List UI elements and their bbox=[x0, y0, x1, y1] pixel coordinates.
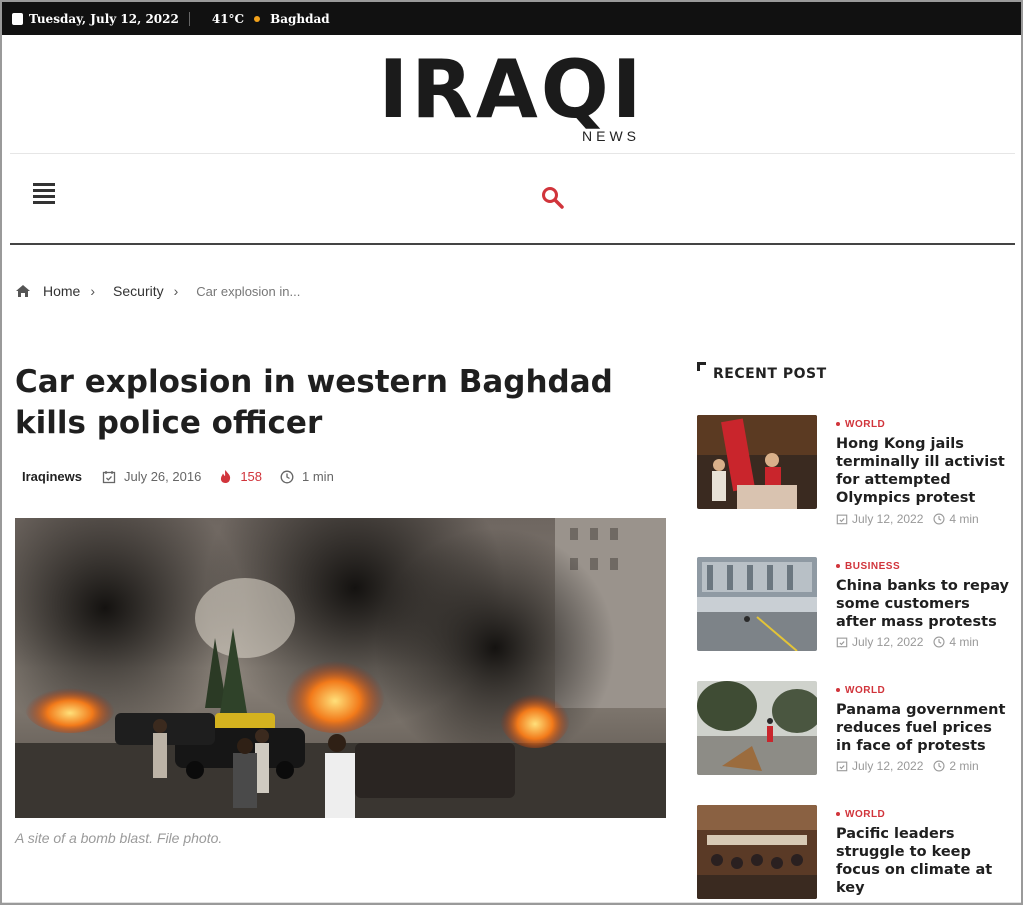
nav-divider bbox=[10, 243, 1015, 245]
post-read-time: 4 min bbox=[949, 512, 979, 526]
divider bbox=[10, 153, 1015, 154]
article-views: 158 bbox=[240, 469, 263, 484]
clock-icon bbox=[933, 636, 945, 648]
post-date: July 12, 2022 bbox=[852, 759, 924, 773]
post-meta: July 12, 2022 4 min bbox=[836, 635, 979, 649]
post-category[interactable]: BUSINESS bbox=[836, 561, 900, 572]
hamburger-icon[interactable] bbox=[33, 183, 55, 204]
article-author[interactable]: Iraqinews bbox=[22, 469, 82, 484]
post-category[interactable]: WORLD bbox=[836, 809, 885, 820]
logo-main: IRAQI bbox=[378, 43, 645, 136]
post-meta: July 12, 2022 4 min bbox=[836, 512, 979, 526]
post-meta: July 12, 2022 2 min bbox=[836, 759, 979, 773]
post-thumbnail[interactable] bbox=[697, 681, 817, 775]
post-title[interactable]: Pacific leaders struggle to keep focus o… bbox=[836, 825, 1012, 897]
recent-post[interactable]: WORLD Panama government reduces fuel pri… bbox=[697, 681, 1012, 781]
chevron-right-icon: › bbox=[173, 283, 179, 299]
post-read-time: 2 min bbox=[949, 759, 979, 773]
post-category[interactable]: WORLD bbox=[836, 419, 885, 430]
post-category[interactable]: WORLD bbox=[836, 685, 885, 696]
breadcrumb-security[interactable]: Security bbox=[113, 283, 164, 299]
post-title[interactable]: Hong Kong jails terminally ill activist … bbox=[836, 435, 1012, 507]
calendar-icon bbox=[836, 761, 848, 772]
city-name: Baghdad bbox=[270, 11, 330, 26]
post-thumbnail[interactable] bbox=[697, 805, 817, 899]
post-thumbnail[interactable] bbox=[697, 557, 817, 651]
article-read-time: 1 min bbox=[302, 469, 334, 484]
home-icon bbox=[16, 285, 30, 297]
post-date: July 12, 2022 bbox=[852, 512, 924, 526]
post-title[interactable]: Panama government reduces fuel prices in… bbox=[836, 701, 1012, 755]
breadcrumb-current: Car explosion in... bbox=[196, 283, 301, 299]
top-date: Tuesday, July 12, 2022 bbox=[29, 11, 179, 26]
article-title: Car explosion in western Baghdad kills p… bbox=[15, 364, 613, 441]
breadcrumb: Home › Security › Car explosion in... bbox=[15, 283, 300, 299]
article-hero-image bbox=[15, 518, 666, 818]
image-caption: A site of a bomb blast. File photo. bbox=[15, 830, 223, 846]
post-date: July 12, 2022 bbox=[852, 635, 924, 649]
recent-post[interactable]: WORLD Pacific leaders struggle to keep f… bbox=[697, 805, 1012, 900]
clock-icon bbox=[280, 470, 294, 483]
calendar-icon bbox=[836, 514, 848, 525]
corner-mark bbox=[697, 362, 706, 371]
page: Tuesday, July 12, 2022 41°C Baghdad IRAQ… bbox=[0, 0, 1023, 905]
article-meta: Iraqinews July 26, 2016 158 1 min bbox=[22, 469, 352, 484]
post-thumbnail[interactable] bbox=[697, 415, 817, 509]
chevron-right-icon: › bbox=[90, 283, 96, 299]
recent-post[interactable]: WORLD Hong Kong jails terminally ill act… bbox=[697, 415, 1012, 526]
breadcrumb-home[interactable]: Home bbox=[43, 283, 80, 299]
clock-icon bbox=[933, 760, 945, 772]
fire-icon bbox=[221, 470, 231, 483]
calendar-icon bbox=[836, 637, 848, 648]
post-title[interactable]: China banks to repay some customers afte… bbox=[836, 577, 1012, 631]
divider bbox=[188, 11, 190, 26]
top-bar: Tuesday, July 12, 2022 41°C Baghdad bbox=[2, 2, 1021, 35]
calendar-icon bbox=[102, 470, 116, 483]
clock-icon bbox=[933, 513, 945, 525]
article-date: July 26, 2016 bbox=[123, 469, 202, 484]
site-logo[interactable]: IRAQI NEWS bbox=[2, 43, 1021, 145]
post-read-time: 4 min bbox=[949, 635, 979, 649]
recent-post-heading: RECENT POST bbox=[697, 362, 827, 382]
calendar-icon bbox=[12, 12, 23, 25]
logo-sub: NEWS bbox=[582, 128, 640, 144]
sun-icon bbox=[254, 15, 261, 22]
recent-post[interactable]: BUSINESS China banks to repay some custo… bbox=[697, 557, 1012, 657]
temperature: 41°C bbox=[211, 11, 245, 26]
search-icon[interactable] bbox=[540, 185, 566, 211]
